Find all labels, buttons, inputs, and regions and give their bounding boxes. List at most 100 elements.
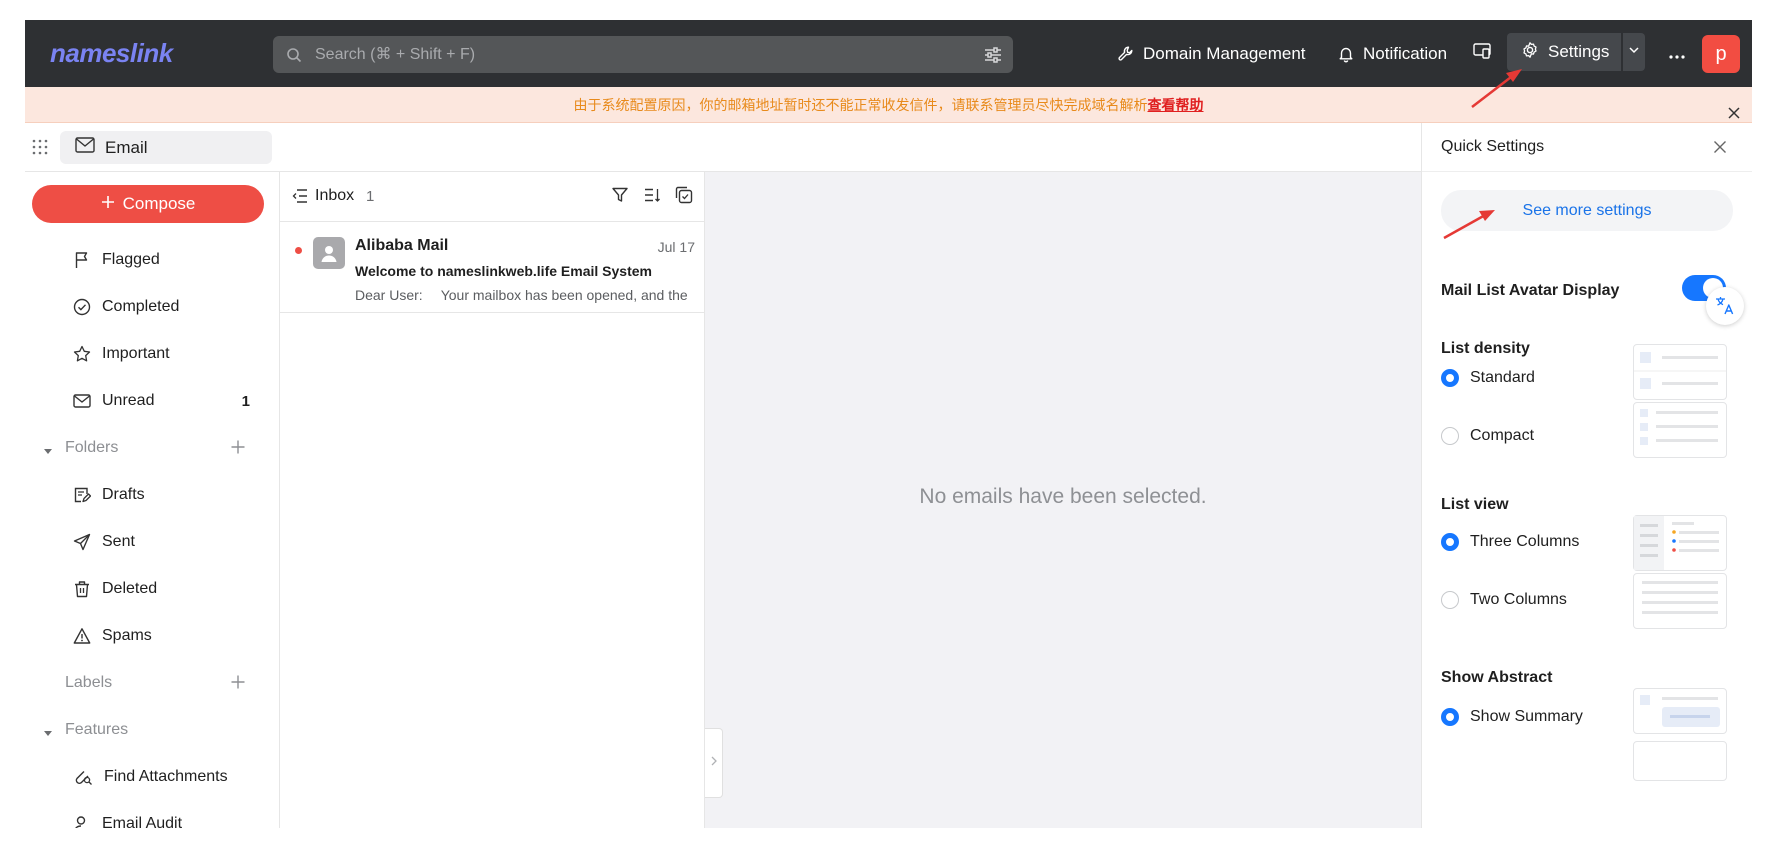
folders-group-header[interactable]: Folders (25, 430, 280, 466)
reading-pane: No emails have been selected. (705, 172, 1421, 828)
sidebar-item-label: Important (102, 345, 170, 362)
mail-preview-greeting: Dear User: (355, 287, 423, 303)
sidebar-item-drafts[interactable]: Drafts (25, 477, 280, 513)
list-density-label: List density (1441, 340, 1530, 357)
quick-settings-title: Quick Settings (1441, 138, 1545, 155)
radio-button[interactable] (1441, 427, 1459, 445)
close-icon[interactable] (1713, 140, 1727, 159)
compose-button[interactable]: Compose (32, 185, 264, 223)
notice-banner: 由于系统配置原因，你的邮箱地址暂时还不能正常收发信件，请联系管理员尽快完成域名解… (25, 87, 1752, 123)
labels-label: Labels (65, 674, 113, 691)
sidebar-item-sent[interactable]: Sent (25, 524, 280, 560)
sidebar-item-label: Sent (102, 533, 135, 550)
mail-date: Jul 17 (657, 239, 695, 255)
view-three-columns-option[interactable]: Three Columns (1441, 531, 1579, 553)
sidebar-item-completed[interactable]: Completed (25, 289, 280, 325)
radio-button[interactable] (1441, 591, 1459, 609)
collapse-sidebar-icon[interactable] (292, 189, 308, 208)
sidebar-item-label: Deleted (102, 580, 158, 597)
sidebar-item-email-audit[interactable]: Email Audit (25, 806, 280, 828)
abstract-show-summary-option[interactable]: Show Summary (1441, 706, 1583, 728)
folder-title: Inbox (315, 187, 355, 204)
user-avatar[interactable]: p (1702, 35, 1740, 73)
translate-icon[interactable] (1706, 287, 1744, 325)
features-label: Features (65, 721, 129, 738)
list-item[interactable]: Alibaba Mail Jul 17 Welcome to nameslink… (280, 223, 705, 313)
flag-icon (73, 251, 92, 270)
settings-dropdown-button[interactable] (1623, 33, 1645, 71)
warning-icon (73, 627, 92, 646)
folder-count: 1 (366, 188, 375, 205)
view-three-columns-preview[interactable] (1633, 515, 1727, 571)
abstract-hide-preview[interactable] (1633, 741, 1727, 781)
search-filter-icon[interactable] (983, 45, 1003, 65)
view-two-columns-option[interactable]: Two Columns (1441, 589, 1567, 611)
features-group-header[interactable]: Features (25, 712, 280, 748)
app-tab-email[interactable]: Email (60, 131, 272, 164)
caret-down-icon (43, 443, 53, 461)
option-label: Two Columns (1470, 591, 1567, 608)
layout-switch-button[interactable] (1472, 20, 1492, 87)
sidebar-item-label: Find Attachments (104, 768, 228, 785)
app-tab-label: Email (105, 137, 148, 157)
envelope-icon (73, 392, 92, 411)
add-folder-icon[interactable] (230, 439, 246, 460)
search-input[interactable] (315, 45, 955, 64)
density-compact-preview[interactable] (1633, 402, 1727, 458)
notification-link[interactable]: Notification (1337, 20, 1447, 87)
draft-icon (73, 486, 92, 505)
sidebar-item-flagged[interactable]: Flagged (25, 242, 280, 278)
send-icon (73, 533, 92, 552)
mail-sender: Alibaba Mail (355, 237, 449, 254)
density-compact-option[interactable]: Compact (1441, 425, 1534, 447)
close-icon[interactable] (1726, 97, 1742, 119)
expand-list-handle[interactable] (705, 728, 723, 798)
nameslink-logo[interactable]: nameslink (50, 38, 173, 69)
filter-icon[interactable] (611, 186, 629, 209)
mail-app-window: nameslink Domain Management (25, 20, 1752, 828)
settings-button[interactable]: Settings (1507, 33, 1621, 71)
check-circle-icon (73, 298, 92, 317)
sidebar-item-unread[interactable]: Unread 1 (25, 383, 280, 419)
settings-label: Settings (1548, 42, 1610, 61)
attachment-search-icon (73, 768, 92, 787)
search-bar[interactable] (273, 36, 1013, 73)
sidebar-item-label: Drafts (102, 486, 145, 503)
sort-icon[interactable] (643, 186, 661, 209)
search-icon (285, 46, 303, 64)
domain-management-label: Domain Management (1143, 43, 1306, 63)
sidebar-item-label: Email Audit (102, 815, 183, 828)
radio-button-selected[interactable] (1441, 369, 1459, 387)
see-more-settings-button[interactable]: See more settings (1441, 190, 1733, 231)
ellipsis-icon (1668, 43, 1686, 66)
more-menu-button[interactable] (1665, 42, 1689, 66)
labels-group-header[interactable]: Labels (25, 665, 280, 701)
avatar-display-label: Mail List Avatar Display (1441, 282, 1620, 299)
layout-switch-icon (1472, 41, 1492, 66)
star-icon (73, 345, 92, 364)
view-two-columns-preview[interactable] (1633, 573, 1727, 629)
unread-dot (295, 247, 302, 254)
trash-icon (73, 580, 92, 599)
notice-help-link[interactable]: 查看帮助 (1148, 97, 1204, 113)
apps-grid-icon[interactable] (31, 138, 49, 161)
sender-avatar (313, 237, 345, 269)
sidebar-item-label: Completed (102, 298, 180, 315)
sidebar-item-find-attachments[interactable]: Find Attachments (25, 759, 280, 795)
density-standard-option[interactable]: Standard (1441, 367, 1535, 389)
bell-icon (1337, 45, 1355, 63)
radio-button-selected[interactable] (1441, 708, 1459, 726)
sidebar-item-important[interactable]: Important (25, 336, 280, 372)
abstract-summary-preview[interactable] (1633, 688, 1727, 734)
add-label-icon[interactable] (230, 674, 246, 695)
domain-management-link[interactable]: Domain Management (1117, 20, 1306, 87)
density-standard-preview[interactable] (1633, 344, 1727, 400)
select-mode-icon[interactable] (675, 186, 693, 209)
app-switcher-row: Email (25, 123, 1421, 172)
sidebar-item-deleted[interactable]: Deleted (25, 571, 280, 607)
envelope-icon (75, 137, 95, 158)
mail-subject: Welcome to nameslinkweb.life Email Syste… (355, 263, 652, 279)
caret-down-icon (43, 725, 53, 743)
radio-button-selected[interactable] (1441, 533, 1459, 551)
sidebar-item-spams[interactable]: Spams (25, 618, 280, 654)
